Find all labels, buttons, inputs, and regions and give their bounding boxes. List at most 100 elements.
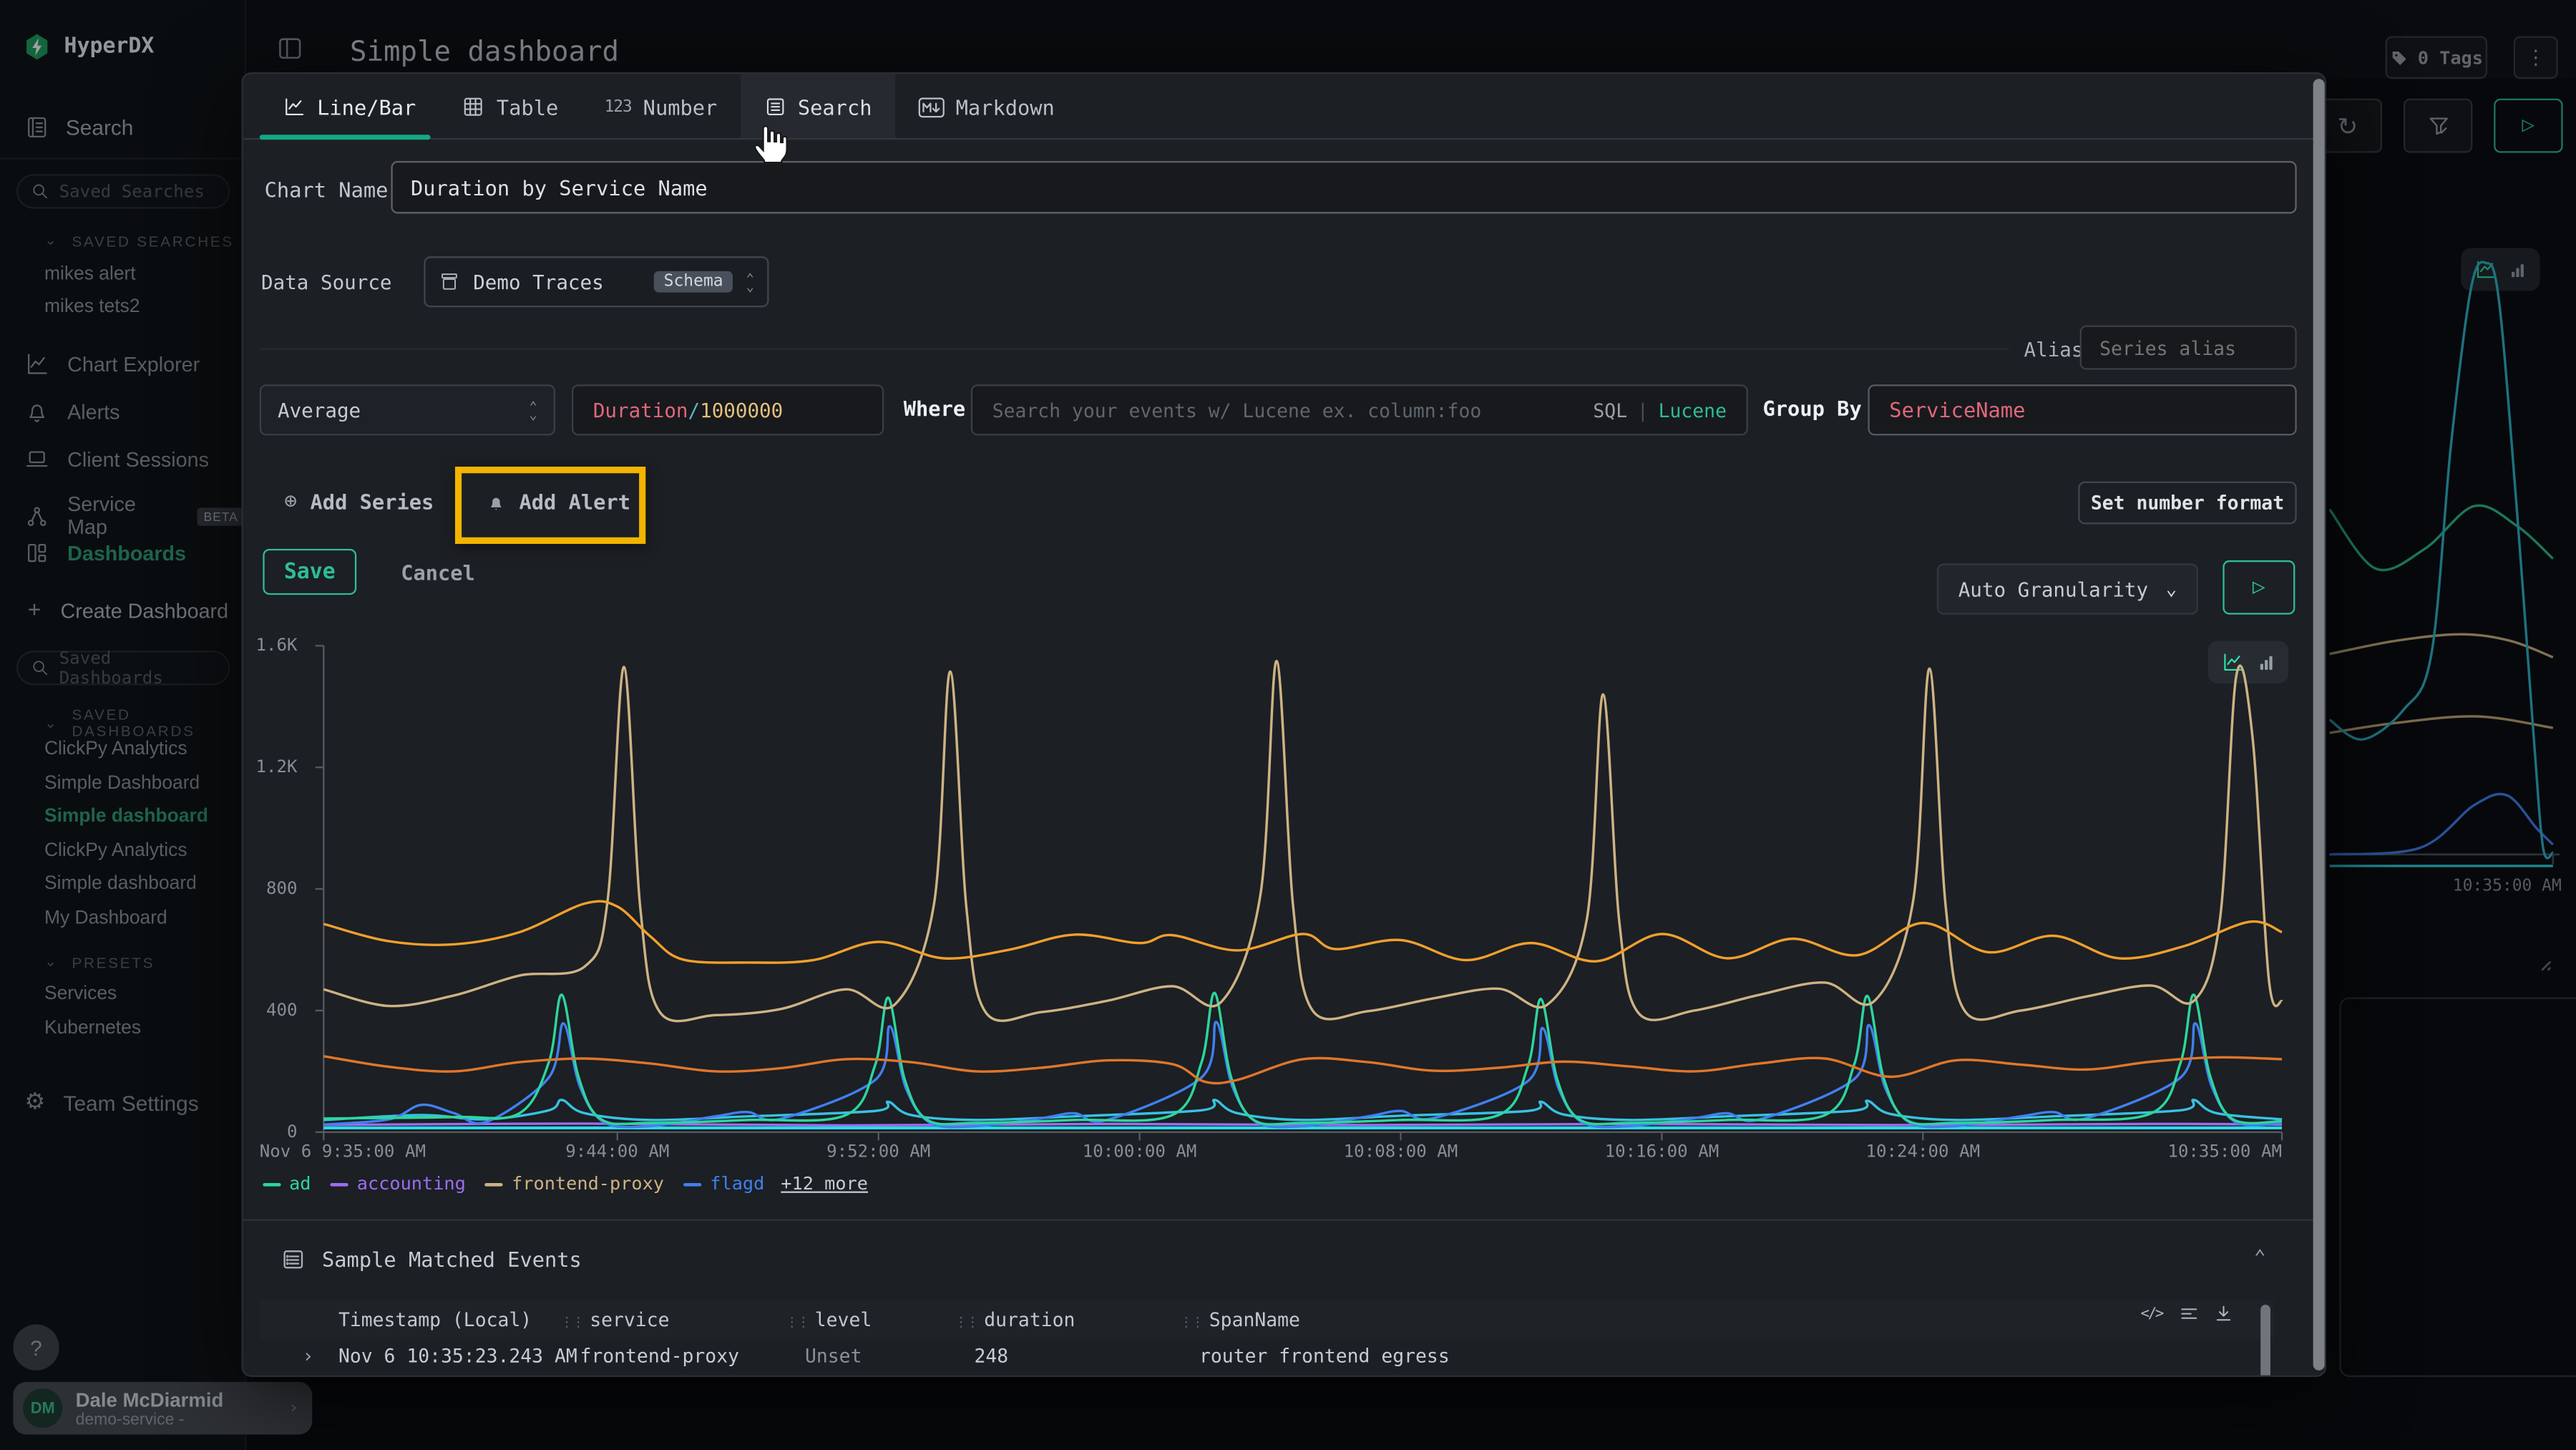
schema-badge[interactable]: Schema — [654, 271, 733, 293]
cell-duration: 248 — [974, 1376, 1008, 1377]
legend-swatch — [684, 1182, 702, 1186]
x-tick-label: Nov 6 9:35:00 AM — [260, 1142, 426, 1162]
y-tick-label: 0 — [251, 1122, 297, 1142]
table-row[interactable]: › Nov 6 10:35:23.243 AMfrontend-proxy Unse… — [260, 1371, 2274, 1377]
legend-swatch — [485, 1182, 503, 1186]
duration-chart[interactable] — [260, 634, 2298, 1152]
legend-label: frontend-proxy — [512, 1173, 664, 1194]
cell-span-name: router frontend egress — [1199, 1376, 1450, 1377]
series-divider — [260, 349, 2009, 350]
data-source-label: Data Source — [261, 271, 391, 294]
col-timestamp[interactable]: Timestamp (Local) — [338, 1308, 532, 1331]
cell-level: Unset — [805, 1376, 862, 1377]
cell-service: frontend-proxy — [580, 1376, 739, 1377]
col-span-name[interactable]: ⋮⋮SpanName — [1179, 1308, 1299, 1331]
chevron-down-icon: ⌄ — [2166, 578, 2177, 600]
sample-events-header[interactable]: Sample Matched Events — [281, 1247, 582, 1272]
group-by-label: Group By — [1763, 396, 1862, 420]
cell-service: frontend-proxy — [580, 1344, 739, 1367]
expr-operator: / — [688, 399, 701, 422]
group-by-value: ServiceName — [1889, 398, 2025, 422]
legend-item-frontend-proxy[interactable]: frontend-proxy — [485, 1173, 664, 1194]
aggregation-select[interactable]: Average ⌃⌄ — [260, 384, 555, 435]
tab-line-bar[interactable]: Line/Bar — [260, 74, 439, 140]
x-tick-label: 10:24:00 AM — [1865, 1142, 1980, 1162]
x-tick-label: 10:16:00 AM — [1605, 1142, 1719, 1162]
add-series-button[interactable]: ⊕ Add Series — [284, 490, 434, 514]
tab-table[interactable]: Table — [439, 74, 582, 140]
markdown-icon — [918, 96, 945, 117]
expr-value: 1000000 — [700, 399, 783, 422]
line-chart-icon — [283, 95, 306, 118]
number-123-icon: 123 — [605, 98, 632, 116]
where-search-placeholder: Search your events w/ Lucene ex. column:… — [992, 399, 1482, 422]
chart-name-input[interactable] — [391, 161, 2296, 213]
row-expand-icon[interactable]: › — [302, 1376, 313, 1377]
download-icon[interactable] — [2213, 1303, 2235, 1325]
legend-label: accounting — [357, 1173, 466, 1194]
select-chevrons-icon: ⌃⌄ — [746, 273, 754, 290]
table-row[interactable]: ›Nov 6 10:35:23.243 AMfrontend-proxyUnse… — [260, 1339, 2274, 1371]
drag-handle-icon[interactable]: ⋮⋮ — [1179, 1315, 1202, 1330]
cell-span-name: router frontend egress — [1199, 1344, 1450, 1367]
drag-handle-icon[interactable]: ⋮⋮ — [560, 1315, 583, 1330]
events-table-header: Timestamp (Local) ⋮⋮service ⋮⋮level ⋮⋮du… — [260, 1300, 2274, 1339]
col-duration[interactable]: ⋮⋮duration — [955, 1308, 1075, 1331]
aggregation-value: Average — [278, 399, 361, 422]
chart-name-label: Chart Name — [265, 177, 389, 202]
chart-type-tabs: Line/Bar Table 123 Number Search — [260, 74, 1078, 140]
search-doc-icon — [763, 95, 786, 118]
col-level[interactable]: ⋮⋮level — [785, 1308, 872, 1331]
group-by-input[interactable]: ServiceName — [1868, 384, 2296, 435]
legend-swatch — [331, 1182, 348, 1186]
table-icon — [462, 95, 485, 118]
plus-circle-icon: ⊕ — [284, 490, 297, 514]
select-chevrons-icon: ⌃⌄ — [530, 402, 537, 418]
legend-item-ad[interactable]: ad — [263, 1173, 311, 1194]
series-series-cyan — [323, 1100, 2282, 1120]
alias-input[interactable] — [2080, 326, 2297, 370]
set-number-format-button[interactable]: Set number format — [2078, 482, 2296, 525]
collapse-section-icon[interactable]: ⌃ — [2254, 1245, 2266, 1268]
expression-input[interactable]: Duration/1000000 — [572, 384, 884, 435]
chart-run-button[interactable]: ▷ — [2223, 560, 2295, 615]
col-service[interactable]: ⋮⋮service — [560, 1308, 670, 1331]
alias-label: Alias — [2024, 339, 2084, 361]
series-series-orange-low — [323, 1056, 2282, 1084]
sql-toggle[interactable]: SQL — [1593, 399, 1627, 422]
modal-scrollbar[interactable] — [2313, 79, 2325, 1371]
where-label: Where — [904, 396, 965, 420]
series-series-orange-high — [323, 901, 2282, 963]
chart-legend: ad accounting frontend-proxy flagd +12 more — [263, 1173, 868, 1194]
x-tick-label: 10:00:00 AM — [1083, 1142, 1197, 1162]
active-tab-underline — [260, 135, 431, 140]
legend-item-flagd[interactable]: flagd — [684, 1173, 765, 1194]
code-view-icon[interactable]: </> — [2141, 1306, 2162, 1323]
database-icon — [439, 271, 460, 293]
legend-item-accounting[interactable]: accounting — [331, 1173, 466, 1194]
cancel-button[interactable]: Cancel — [401, 560, 475, 585]
legend-more-link[interactable]: +12 more — [781, 1173, 868, 1194]
cell-timestamp: Nov 6 10:35:23.243 AM — [338, 1376, 577, 1377]
drag-handle-icon[interactable]: ⋮⋮ — [955, 1315, 977, 1330]
cell-level: Unset — [805, 1344, 862, 1367]
play-icon: ▷ — [2253, 575, 2265, 600]
save-button[interactable]: Save — [263, 549, 356, 595]
legend-label: ad — [289, 1173, 311, 1194]
data-source-select[interactable]: Demo Traces Schema ⌃⌄ — [424, 256, 769, 307]
where-search-input[interactable]: Search your events w/ Lucene ex. column:… — [971, 384, 1748, 435]
granularity-select[interactable]: Auto Granularity ⌄ — [1937, 563, 2198, 614]
y-tick-label: 1.2K — [251, 757, 297, 777]
row-expand-icon[interactable]: › — [302, 1344, 313, 1367]
series-frontend-proxy — [323, 661, 2282, 1021]
tab-number[interactable]: 123 Number — [581, 74, 740, 140]
drag-handle-icon[interactable]: ⋮⋮ — [785, 1315, 808, 1330]
lucene-toggle[interactable]: Lucene — [1659, 399, 1727, 422]
mouse-cursor — [749, 125, 789, 167]
legend-label: flagd — [710, 1173, 764, 1194]
tab-markdown[interactable]: Markdown — [895, 74, 1078, 140]
row-density-icon[interactable] — [2178, 1303, 2200, 1325]
series-flagd — [323, 1022, 2282, 1127]
tabs-divider — [243, 138, 2325, 140]
section-divider — [243, 1220, 2325, 1221]
